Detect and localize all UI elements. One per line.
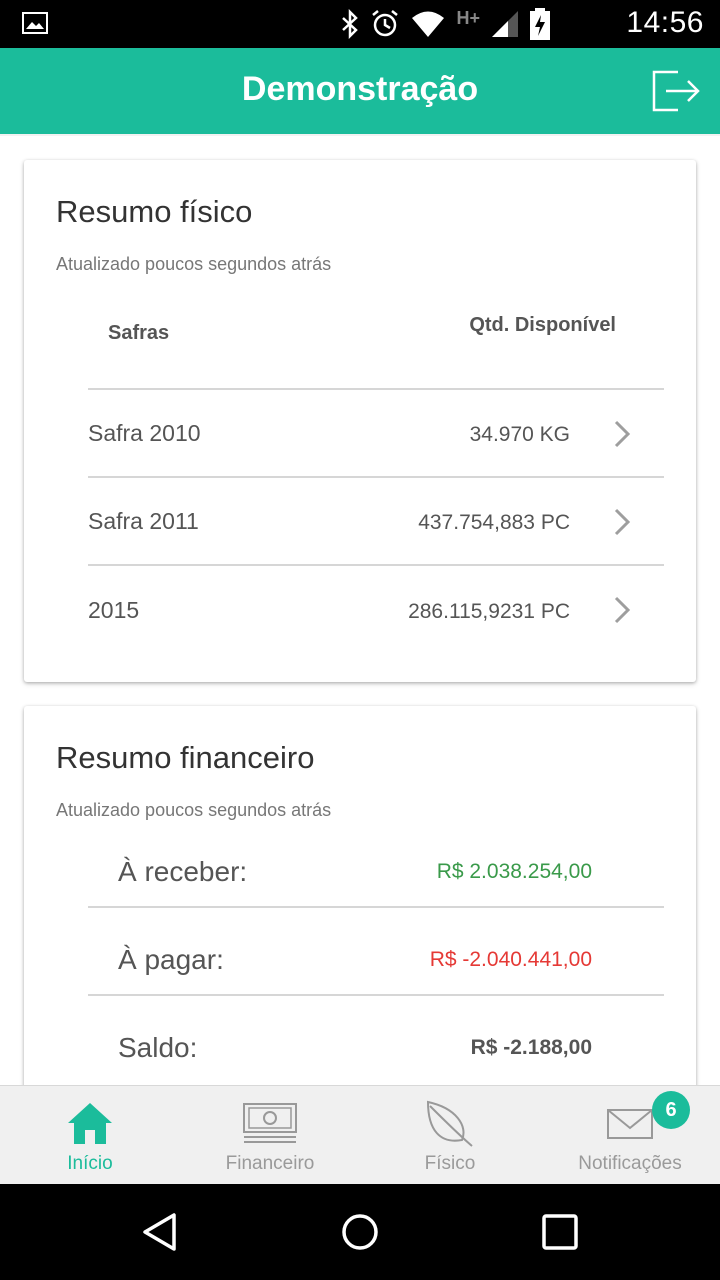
divider: [88, 564, 664, 566]
chevron-right-icon: [614, 420, 631, 448]
bluetooth-icon: [342, 9, 359, 39]
home-icon: [68, 1103, 112, 1144]
clock: 14:56: [626, 6, 704, 39]
card-title: Resumo financeiro: [56, 740, 315, 775]
nav-item-fisico[interactable]: Físico: [360, 1086, 540, 1185]
home-button-icon[interactable]: [340, 1212, 380, 1252]
app-bar: Demonstração: [0, 48, 720, 134]
updated-text: Atualizado poucos segundos atrás: [56, 800, 332, 820]
pagar-value: R$ -2.040.441,00: [429, 948, 592, 971]
saldo-value: R$ -2.188,00: [470, 1036, 592, 1059]
nav-label: Início: [67, 1153, 113, 1174]
signal-icon: [492, 11, 518, 37]
saldo-label: Saldo:: [118, 1032, 198, 1063]
pagar-label: À pagar:: [118, 944, 224, 975]
nav-label: Notificações: [578, 1153, 682, 1174]
recents-icon[interactable]: [540, 1212, 580, 1252]
notifications-badge: 6: [652, 1091, 690, 1129]
nav-item-inicio[interactable]: Início: [0, 1086, 180, 1185]
logout-icon[interactable]: [650, 68, 702, 114]
divider: [88, 906, 664, 908]
status-bar: H+ 14:56: [0, 0, 720, 48]
image-icon: [22, 12, 48, 34]
card-title: Resumo físico: [56, 194, 253, 229]
status-icons: H+: [340, 8, 550, 40]
network-type: H+: [456, 7, 480, 28]
divider: [88, 476, 664, 478]
safra-name: 2015: [88, 597, 140, 623]
divider: [88, 388, 664, 390]
back-icon[interactable]: [140, 1212, 180, 1252]
safra-qtd: 437.754,883 PC: [418, 511, 570, 534]
resumo-fisico-card: Resumo físico Atualizado poucos segundos…: [24, 160, 696, 682]
battery-icon: [530, 8, 550, 40]
updated-text: Atualizado poucos segundos atrás: [56, 254, 332, 274]
wifi-icon: [412, 11, 445, 37]
chevron-right-icon: [614, 596, 631, 624]
nav-label: Físico: [424, 1153, 476, 1174]
receber-label: À receber:: [118, 856, 248, 887]
safra-name: Safra 2010: [88, 420, 201, 446]
money-icon: [243, 1103, 297, 1143]
page-title: Demonstração: [241, 70, 479, 108]
receber-value: R$ 2.038.254,00: [436, 860, 592, 883]
chevron-right-icon: [614, 508, 631, 536]
column-header-qtd: Qtd. Disponível: [469, 314, 616, 336]
envelope-icon: [607, 1109, 653, 1139]
nav-label: Financeiro: [225, 1153, 315, 1174]
leaf-icon: [426, 1100, 473, 1147]
resumo-financeiro-card: Resumo financeiro Atualizado poucos segu…: [24, 706, 696, 1086]
alarm-icon: [372, 10, 399, 37]
divider: [88, 994, 664, 996]
safra-qtd: 34.970 KG: [469, 423, 570, 446]
content-scroll[interactable]: Resumo físico Atualizado poucos segundos…: [0, 136, 720, 1086]
bottom-nav: Início Financeiro Físico Notificações: [0, 1085, 720, 1185]
nav-item-financeiro[interactable]: Financeiro: [180, 1086, 360, 1185]
safra-qtd: 286.115,9231 PC: [408, 600, 570, 623]
column-header-safras: Safras: [108, 322, 170, 344]
safra-name: Safra 2011: [88, 508, 199, 534]
system-nav-bar: [0, 1184, 720, 1280]
nav-item-notificacoes[interactable]: Notificações: [540, 1086, 720, 1185]
